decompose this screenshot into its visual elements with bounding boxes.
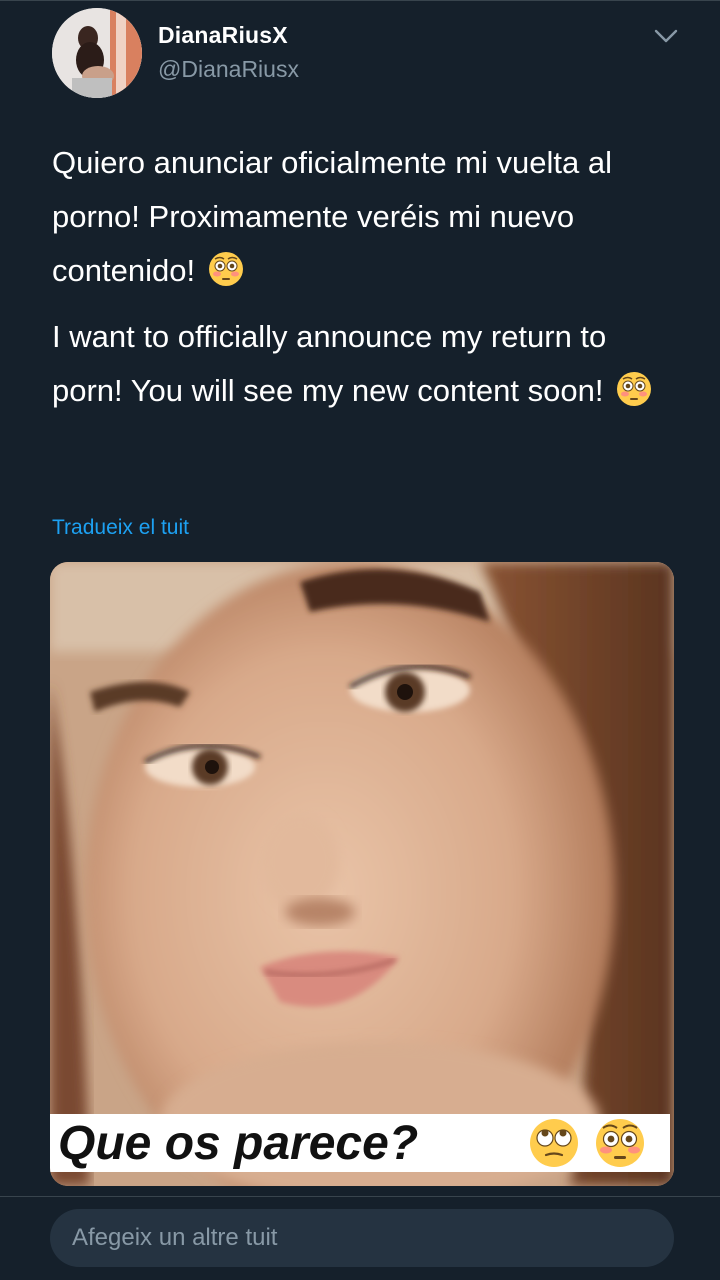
flushed-face-emoji [596, 1119, 644, 1167]
tweet-text-es: Quiero anunciar oficialmente mi vuelta a… [52, 145, 612, 288]
media-caption-band: Que os parece? [50, 1114, 670, 1172]
user-handle[interactable]: @DianaRiusx [158, 56, 299, 83]
tweet-text-english: I want to officially announce my return … [52, 310, 682, 418]
add-tweet-input[interactable]: Afegeix un altre tuit [50, 1209, 674, 1267]
chevron-down-icon[interactable] [650, 22, 682, 50]
flushed-face-emoji [617, 372, 652, 406]
avatar[interactable] [52, 8, 142, 98]
display-name[interactable]: DianaRiusX [158, 22, 288, 49]
tweet-body: Quiero anunciar oficialmente mi vuelta a… [52, 136, 682, 418]
add-tweet-placeholder: Afegeix un altre tuit [72, 1224, 278, 1251]
translate-tweet-link[interactable]: Tradueix el tuit [52, 516, 189, 540]
tweet-header: DianaRiusX @DianaRiusx [0, 0, 720, 110]
tweet-text-spanish: Quiero anunciar oficialmente mi vuelta a… [52, 136, 682, 298]
tweet-text-en: I want to officially announce my return … [52, 319, 607, 408]
media-caption: Que os parece? [58, 1117, 419, 1170]
media-photo [50, 562, 674, 1186]
rolling-eyes-emoji [530, 1119, 578, 1167]
bottom-divider [0, 1196, 720, 1197]
tweet-media[interactable]: Que os parece? [50, 562, 674, 1186]
flushed-face-emoji [208, 252, 243, 286]
avatar-image [52, 8, 142, 98]
